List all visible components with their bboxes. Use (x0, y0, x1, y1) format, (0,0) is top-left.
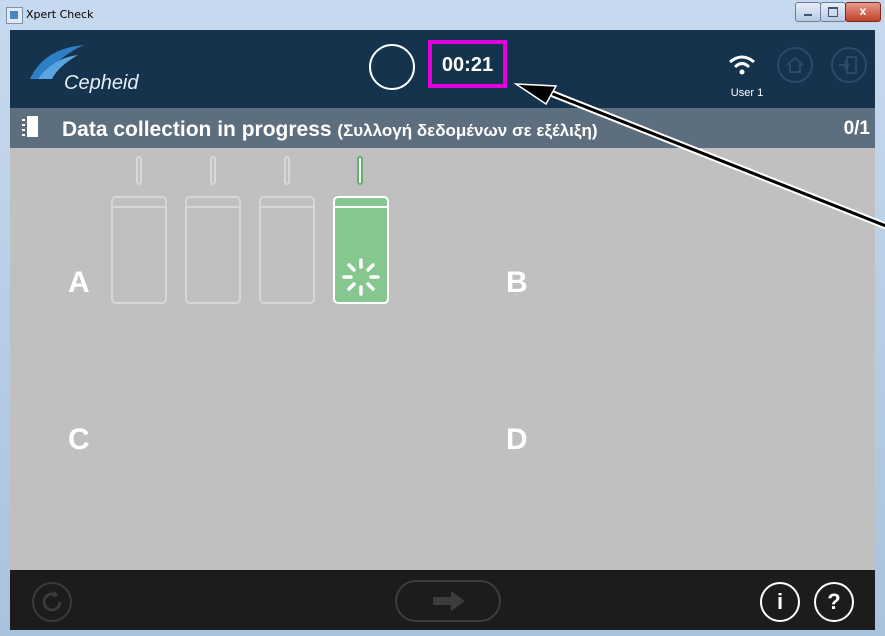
close-button[interactable]: x (845, 2, 881, 22)
close-icon: x (859, 4, 867, 18)
application-window: Xpert Check x Cepheid 00:21 User 1 Data … (0, 0, 885, 636)
test-count: 0/1 (843, 118, 870, 139)
home-button[interactable] (777, 47, 813, 83)
exit-icon (839, 56, 857, 74)
module-label-b: B (506, 266, 528, 299)
module-3-indicator (284, 156, 290, 185)
title-bar[interactable]: Xpert Check x (0, 0, 885, 30)
module-label-d: D (506, 423, 528, 456)
status-title: Data collection in progress (Συλλογή δεδ… (62, 118, 598, 142)
info-button[interactable]: i (760, 582, 800, 622)
status-title-text: Data collection in progress (62, 118, 332, 141)
module-1-indicator (136, 156, 142, 185)
footer-bar: i ? (10, 570, 875, 630)
protocol-icon (22, 116, 38, 137)
module-4-indicator (357, 156, 363, 185)
app-icon (6, 7, 23, 24)
arrow-right-icon (433, 591, 465, 611)
module-slot-2[interactable] (185, 196, 241, 304)
spinner-icon (342, 258, 380, 296)
window-title: Xpert Check (26, 8, 94, 21)
elapsed-timer: 00:21 (441, 54, 494, 76)
next-button[interactable] (395, 580, 501, 622)
module-slot-3[interactable] (259, 196, 315, 304)
home-icon (786, 56, 804, 73)
maximize-button[interactable] (820, 2, 846, 22)
wifi-icon (729, 55, 755, 75)
app-header: Cepheid 00:21 User 1 (10, 30, 875, 108)
app-content: Cepheid 00:21 User 1 Data collection in … (10, 30, 875, 630)
user-label[interactable]: User 1 (720, 87, 774, 99)
run-status-indicator (369, 44, 415, 90)
status-bar: Data collection in progress (Συλλογή δεδ… (10, 108, 875, 148)
status-subtitle: (Συλλογή δεδομένων σε εξέλιξη) (337, 121, 598, 140)
help-button[interactable]: ? (814, 582, 854, 622)
exit-button[interactable] (831, 47, 867, 83)
module-slot-1[interactable] (111, 196, 167, 304)
module-label-c: C (68, 423, 90, 456)
cepheid-logo: Cepheid (64, 72, 139, 94)
module-2-indicator (210, 156, 216, 185)
refresh-button[interactable] (32, 582, 72, 622)
refresh-icon (42, 591, 62, 612)
minimize-button[interactable] (795, 2, 821, 22)
module-label-a: A (68, 266, 90, 299)
